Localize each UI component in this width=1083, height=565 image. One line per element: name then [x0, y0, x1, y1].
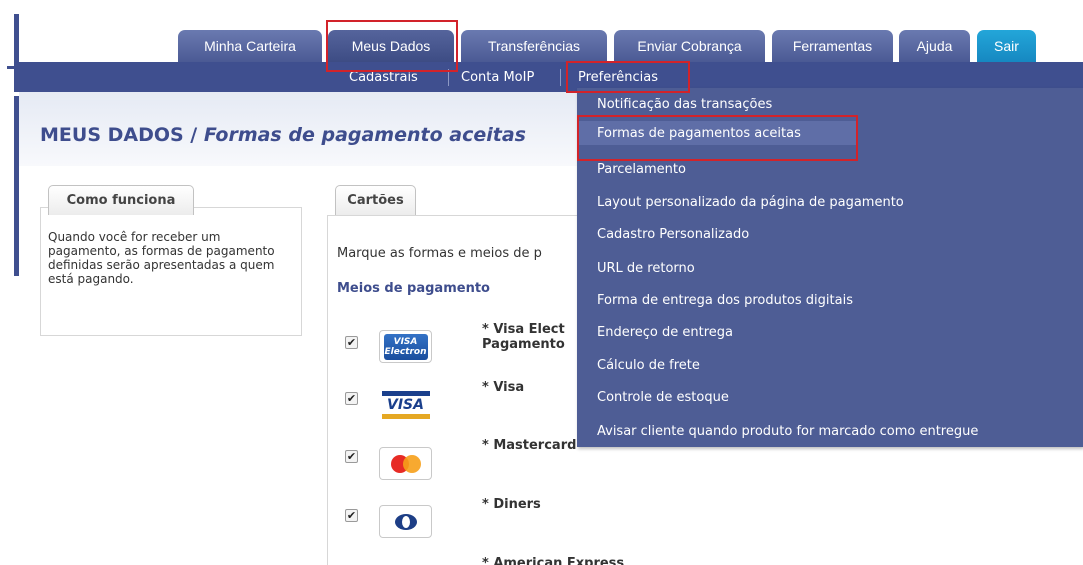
tab-ajuda[interactable]: Ajuda [899, 30, 970, 62]
menu-item-calculo-frete[interactable]: Cálculo de frete [597, 353, 700, 377]
cartoes-panel [327, 215, 587, 565]
main-tabs: Minha Carteira Meus Dados Transferências… [0, 0, 1083, 62]
visa-logo: VISA [379, 388, 432, 421]
visa-electron-icon: VISA Electron [383, 333, 428, 360]
visa-icon: VISA [381, 390, 430, 419]
visa-electron-label-line2: Pagamento [482, 337, 565, 352]
menu-item-forma-entrega-digitais[interactable]: Forma de entrega dos produtos digitais [597, 288, 853, 312]
highlight-box-formas-pagamento [577, 115, 858, 161]
sub-navigation-edge [7, 66, 17, 69]
mastercard-logo [379, 447, 432, 480]
visa-checkbox[interactable]: ✔ [345, 392, 358, 405]
menu-item-endereco-entrega[interactable]: Endereço de entrega [597, 320, 733, 344]
visa-logo-text: VISA [387, 396, 424, 413]
cartoes-tab[interactable]: Cartões [335, 185, 416, 215]
diners-logo [379, 505, 432, 538]
page-title-italic: Formas de pagamento aceitas [203, 124, 526, 146]
subnav-conta-moip[interactable]: Conta MoIP [461, 62, 534, 92]
visa-electron-logo: VISA Electron [379, 330, 432, 363]
menu-item-notificacao-transacoes[interactable]: Notificação das transações [597, 92, 772, 116]
visa-electron-logo-electron: Electron [384, 346, 427, 357]
mastercard-icon [389, 454, 423, 474]
american-express-label: * American Express [482, 556, 625, 565]
menu-item-avisar-cliente-entregue[interactable]: Avisar cliente quando produto for marcad… [597, 419, 978, 443]
highlight-box-meus-dados [326, 20, 458, 72]
visa-electron-label-line1: * Visa Elect [482, 322, 565, 337]
subnav-divider [560, 69, 561, 86]
menu-item-url-retorno[interactable]: URL de retorno [597, 256, 695, 280]
menu-item-cadastro-personalizado[interactable]: Cadastro Personalizado [597, 222, 749, 246]
diners-checkbox[interactable]: ✔ [345, 509, 358, 522]
tab-ferramentas[interactable]: Ferramentas [772, 30, 893, 62]
meios-de-pagamento-heading: Meios de pagamento [337, 281, 490, 296]
page-title-prefix: MEUS DADOS / [40, 124, 198, 146]
menu-item-layout-personalizado[interactable]: Layout personalizado da página de pagame… [597, 190, 904, 214]
visa-label: * Visa [482, 380, 525, 395]
diners-label: * Diners [482, 497, 541, 512]
menu-item-controle-estoque[interactable]: Controle de estoque [597, 385, 729, 409]
diners-icon [394, 513, 417, 530]
tab-transferencias[interactable]: Transferências [461, 30, 607, 62]
page-title: MEUS DADOS / Formas de pagamento aceitas [40, 124, 526, 146]
mastercard-checkbox[interactable]: ✔ [345, 450, 358, 463]
visa-electron-checkbox[interactable]: ✔ [345, 336, 358, 349]
tab-sair[interactable]: Sair [977, 30, 1036, 62]
tab-minha-carteira[interactable]: Minha Carteira [178, 30, 322, 62]
highlight-box-preferencias [566, 61, 690, 93]
instruction-text: Marque as formas e meios de p [337, 246, 542, 261]
visa-electron-logo-visa: VISA [393, 336, 418, 347]
visa-electron-label: * Visa Elect Pagamento [482, 322, 565, 352]
como-funciona-text: Quando você for receber um pagamento, as… [48, 230, 275, 286]
como-funciona-tab[interactable]: Como funciona [48, 185, 194, 215]
mastercard-label: * Mastercard [482, 438, 577, 453]
tab-enviar-cobranca[interactable]: Enviar Cobrança [614, 30, 765, 62]
